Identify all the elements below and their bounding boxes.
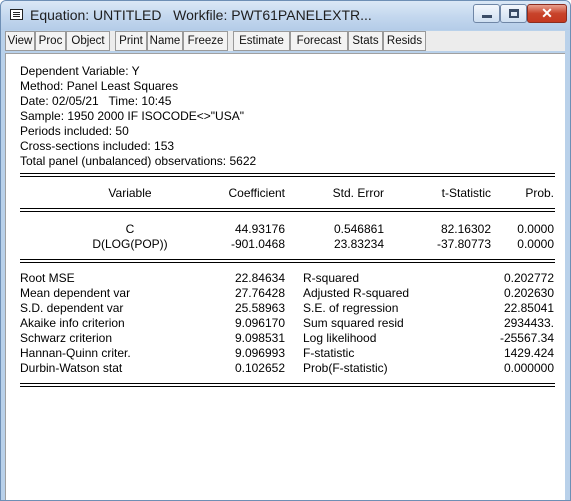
method: Method: Panel Least Squares xyxy=(20,79,179,93)
stat-label: Schwarz criterion xyxy=(20,331,113,345)
stats-button[interactable]: Stats xyxy=(348,31,383,51)
equation-window: Equation: UNTITLED Workfile: PWT61PANELE… xyxy=(0,0,571,501)
freeze-button[interactable]: Freeze xyxy=(183,31,228,51)
stat-value: 27.76428 xyxy=(234,286,285,300)
table-rule xyxy=(20,383,555,384)
table-rule xyxy=(20,262,555,263)
column-header-coefficient: Coefficient xyxy=(228,186,285,200)
column-header-std-error: Std. Error xyxy=(332,186,384,200)
stat-value: 0.202772 xyxy=(503,271,554,285)
column-header-t-statistic: t-Statistic xyxy=(441,186,491,200)
stat-label: Adjusted R-squared xyxy=(303,286,410,300)
resids-button[interactable]: Resids xyxy=(383,31,426,51)
table-rule xyxy=(20,211,555,212)
stat-value: 9.098531 xyxy=(234,331,285,345)
close-button[interactable]: ✕ xyxy=(527,4,567,23)
coef-t-stat: -37.80773 xyxy=(436,237,491,251)
sample: Sample: 1950 2000 IF ISOCODE<>"USA" xyxy=(20,109,244,123)
dependent-variable: Dependent Variable: Y xyxy=(20,64,140,78)
object-button[interactable]: Object xyxy=(66,31,110,51)
coef-variable: C xyxy=(125,222,135,236)
coef-value: 44.93176 xyxy=(234,222,285,236)
stat-label: Durbin-Watson stat xyxy=(20,361,123,375)
table-rule xyxy=(20,173,555,174)
coef-value: -901.0468 xyxy=(230,237,285,251)
stat-label: Log likelihood xyxy=(303,331,377,345)
stat-label: F-statistic xyxy=(303,346,355,360)
coef-prob: 0.0000 xyxy=(517,222,554,236)
stat-label: Sum squared resid xyxy=(303,316,404,330)
coef-prob: 0.0000 xyxy=(517,237,554,251)
stat-value: 9.096993 xyxy=(234,346,285,360)
forecast-button[interactable]: Forecast xyxy=(290,31,348,51)
stat-value: 0.000000 xyxy=(503,361,554,375)
maximize-button[interactable] xyxy=(500,4,527,23)
table-rule xyxy=(20,208,555,209)
coef-std-error: 0.546861 xyxy=(333,222,384,236)
estimation-output: Dependent Variable: Y Method: Panel Leas… xyxy=(5,53,565,500)
stat-value: -25567.34 xyxy=(499,331,554,345)
stat-label: Hannan-Quinn criter. xyxy=(20,346,131,360)
window-title: Equation: UNTITLED Workfile: PWT61PANELE… xyxy=(30,7,372,23)
print-button[interactable]: Print xyxy=(115,31,147,51)
coef-variable: D(LOG(POP)) xyxy=(92,237,168,251)
column-header-variable: Variable xyxy=(108,186,152,200)
minimize-icon xyxy=(482,15,492,18)
stat-value: 1429.424 xyxy=(503,346,554,360)
title-bar[interactable]: Equation: UNTITLED Workfile: PWT61PANELE… xyxy=(1,1,570,30)
stat-value: 22.85041 xyxy=(503,301,554,315)
stat-label: Akaike info criterion xyxy=(20,316,125,330)
observations: Total panel (unbalanced) observations: 5… xyxy=(20,154,257,168)
view-button[interactable]: View xyxy=(5,31,35,51)
column-header-prob: Prob. xyxy=(525,186,554,200)
stat-label: Prob(F-statistic) xyxy=(303,361,388,375)
stat-label: R-squared xyxy=(303,271,360,285)
stat-value: 22.84634 xyxy=(234,271,285,285)
table-rule xyxy=(20,176,555,177)
minimize-button[interactable] xyxy=(473,4,500,23)
equation-toolbar: View Proc Object Print Name Freeze Estim… xyxy=(5,31,565,51)
close-icon: ✕ xyxy=(541,5,553,21)
stat-value: 2934433. xyxy=(503,316,554,330)
cross-sections: Cross-sections included: 153 xyxy=(20,139,175,153)
date-time: Date: 02/05/21 Time: 10:45 xyxy=(20,94,172,108)
table-rule xyxy=(20,259,555,260)
stat-label: S.E. of regression xyxy=(303,301,399,315)
stat-label: Mean dependent var xyxy=(20,286,131,300)
stat-value: 9.096170 xyxy=(234,316,285,330)
stat-label: S.D. dependent var xyxy=(20,301,124,315)
maximize-icon xyxy=(509,9,519,18)
estimate-button[interactable]: Estimate xyxy=(233,31,290,51)
proc-button[interactable]: Proc xyxy=(35,31,66,51)
periods-included: Periods included: 50 xyxy=(20,124,129,138)
table-rule xyxy=(20,386,555,387)
name-button[interactable]: Name xyxy=(147,31,183,51)
coef-t-stat: 82.16302 xyxy=(440,222,491,236)
stat-value: 0.102652 xyxy=(234,361,285,375)
stat-value: 25.58963 xyxy=(234,301,285,315)
coef-std-error: 23.83234 xyxy=(333,237,384,251)
stat-label: Root MSE xyxy=(20,271,75,285)
stat-value: 0.202630 xyxy=(503,286,554,300)
window-menu-icon[interactable] xyxy=(10,9,23,20)
